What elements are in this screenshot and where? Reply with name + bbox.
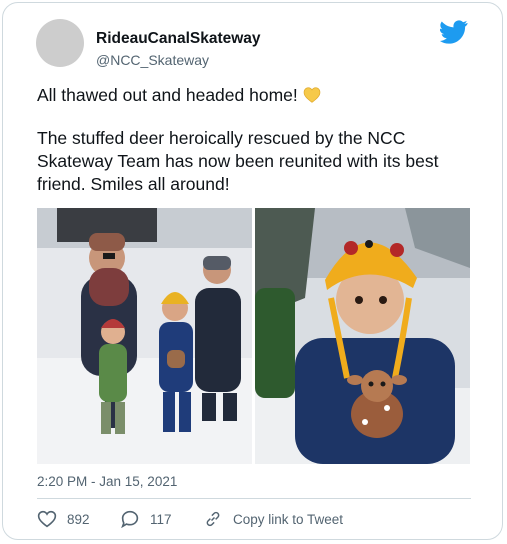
tweet-photo-family[interactable] bbox=[37, 208, 252, 464]
copy-link-button[interactable]: Copy link to Tweet bbox=[203, 510, 343, 528]
reply-count: 117 bbox=[150, 511, 172, 527]
like-count: 892 bbox=[67, 511, 90, 527]
like-button[interactable]: 892 bbox=[37, 510, 90, 528]
reply-button[interactable]: 117 bbox=[120, 510, 172, 528]
tweet-timestamp[interactable]: 2:20 PM - Jan 15, 2021 bbox=[37, 474, 177, 489]
copy-link-label: Copy link to Tweet bbox=[233, 511, 344, 527]
tweet-text-line2: The stuffed deer heroically rescued by t… bbox=[37, 128, 439, 194]
avatar[interactable] bbox=[36, 19, 84, 67]
link-icon bbox=[206, 511, 220, 527]
author-handle[interactable]: @NCC_Skateway bbox=[96, 52, 209, 68]
tweet-text-line1-content: All thawed out and headed home! bbox=[37, 85, 298, 105]
tweet-text-line1: All thawed out and headed home! bbox=[37, 84, 477, 107]
yellow-heart-emoji bbox=[303, 87, 320, 103]
tweet-photo-child-with-deer[interactable] bbox=[255, 208, 470, 464]
twitter-bird-icon[interactable] bbox=[440, 20, 468, 44]
author-name[interactable]: RideauCanalSkateway bbox=[96, 30, 261, 48]
divider bbox=[37, 498, 471, 499]
speech-bubble-icon bbox=[121, 510, 139, 528]
heart-icon bbox=[37, 510, 57, 528]
